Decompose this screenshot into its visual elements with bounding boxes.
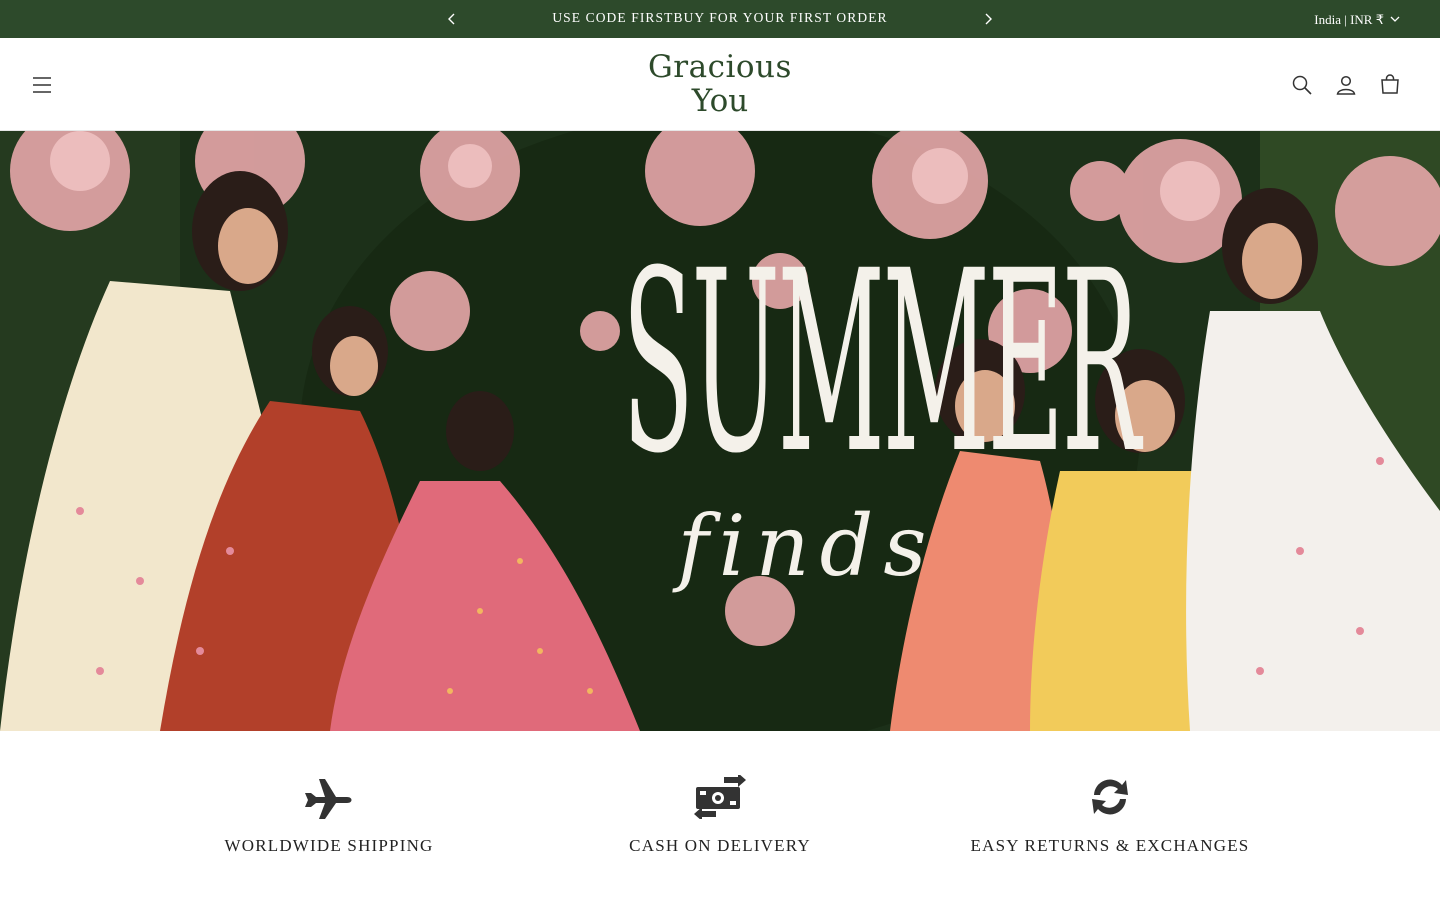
logo-line1: Gracious <box>648 49 792 85</box>
feature-easy-returns: EASY RETURNS & EXCHANGES <box>950 775 1270 856</box>
feature-worldwide-shipping: WORLDWIDE SHIPPING <box>169 775 489 856</box>
chevron-down-icon <box>1390 16 1400 22</box>
feature-label: WORLDWIDE SHIPPING <box>224 836 434 855</box>
chevron-right-icon[interactable] <box>979 10 997 28</box>
announcement-bar: USE CODE FIRSTBUY FOR YOUR FIRST ORDER I… <box>0 0 1440 38</box>
site-logo[interactable]: Gracious You <box>620 50 820 120</box>
feature-cash-on-delivery: CASH ON DELIVERY <box>560 775 880 856</box>
cart-icon[interactable] <box>1378 73 1402 97</box>
search-icon[interactable] <box>1290 73 1314 97</box>
airplane-icon <box>305 779 352 819</box>
hero-banner[interactable]: SUMMER finds <box>0 131 1440 731</box>
logo-line2: You <box>691 83 749 119</box>
feature-label: EASY RETURNS & EXCHANGES <box>970 836 1250 855</box>
hero-subheadline: finds <box>677 497 937 595</box>
refresh-icon <box>1092 779 1128 815</box>
locale-selector[interactable]: India | INR ₹ <box>1314 0 1400 38</box>
site-header: Gracious You <box>0 38 1440 131</box>
hamburger-menu-icon[interactable] <box>30 73 54 97</box>
cash-exchange-icon <box>694 775 746 819</box>
announcement-message[interactable]: USE CODE FIRSTBUY FOR YOUR FIRST ORDER <box>0 0 1440 38</box>
feature-label: CASH ON DELIVERY <box>629 836 811 855</box>
features-row: WORLDWIDE SHIPPING CASH ON DELIVERY EASY… <box>0 731 1440 900</box>
locale-label: India | INR ₹ <box>1314 11 1384 27</box>
account-icon[interactable] <box>1334 73 1358 97</box>
hero-headline: SUMMER <box>622 223 1141 503</box>
